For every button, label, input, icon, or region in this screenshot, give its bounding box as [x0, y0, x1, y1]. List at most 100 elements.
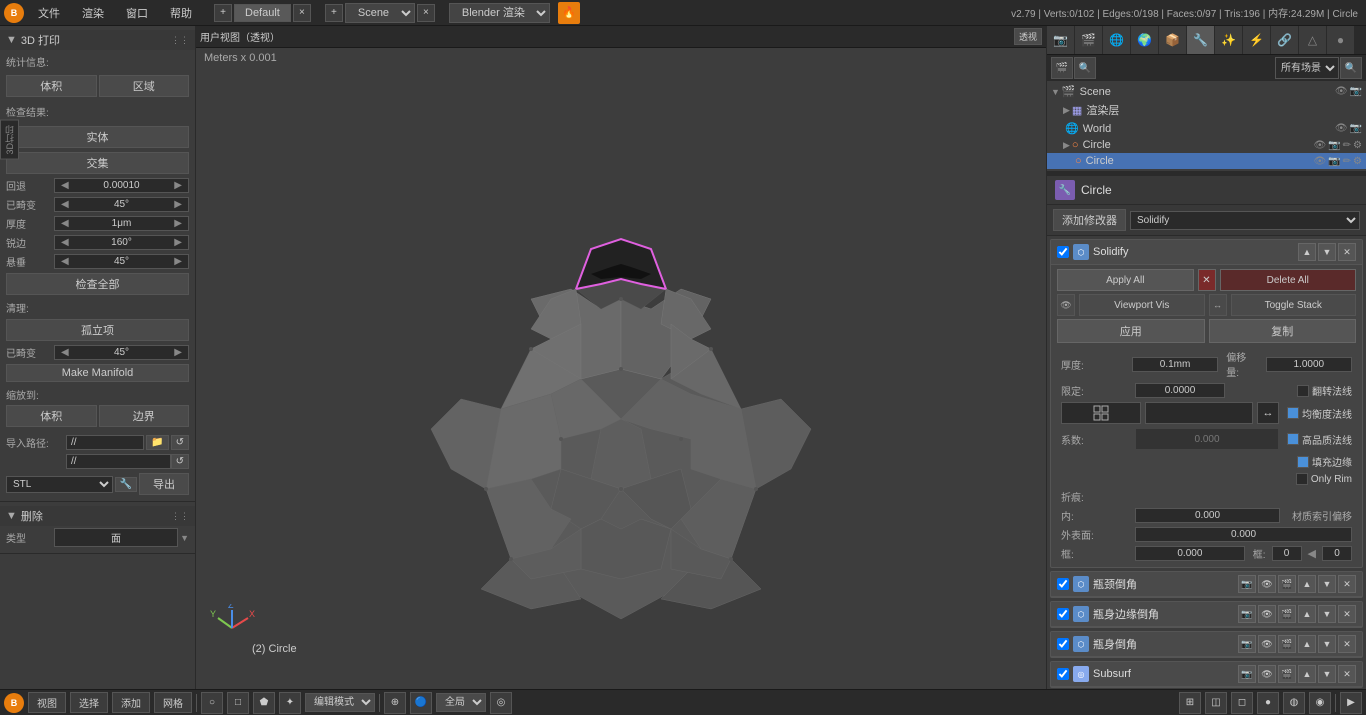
apply-all-x-icon[interactable]: ✕ [1198, 269, 1216, 291]
balance-checkbox[interactable] [1287, 407, 1299, 419]
toggle-icon[interactable]: ↔ [1209, 294, 1227, 316]
bb-camera-icon[interactable]: 📷 [1238, 635, 1256, 653]
outliner-filter-btn[interactable]: 🔍 [1340, 57, 1362, 79]
rpi-physics[interactable]: ⚡ [1243, 26, 1271, 54]
viewport-canvas[interactable]: Meters x 0.001 [196, 48, 1046, 689]
solidify-thickness-field[interactable]: 0.1mm [1132, 357, 1218, 372]
rpi-object[interactable]: 📦 [1159, 26, 1187, 54]
ss-down-icon[interactable]: ▼ [1318, 665, 1336, 683]
path2-field[interactable]: // [66, 454, 171, 469]
volume-btn[interactable]: 体积 [6, 75, 97, 97]
solidify-enabled-checkbox[interactable] [1057, 246, 1069, 258]
solidify-grid-icon[interactable] [1061, 402, 1141, 424]
only-rim-checkbox[interactable] [1296, 473, 1308, 485]
scene-close-btn[interactable]: × [417, 4, 435, 22]
ss-render-icon[interactable]: 🎬 [1278, 665, 1296, 683]
tree-item-world[interactable]: 🌐 World 👁 📷 [1047, 120, 1366, 137]
isolated-btn[interactable]: 孤立项 [6, 319, 189, 341]
solid-btn[interactable]: 实体 [6, 126, 189, 148]
bottom-pivot-icon[interactable]: ⊕ [384, 692, 406, 714]
import-reload-btn[interactable]: ↺ [171, 435, 189, 450]
tree-item-circle-selected[interactable]: ○ Circle 👁 📷 ✏ ⚙ [1047, 153, 1366, 169]
circle2-render-icon[interactable]: 📷 [1328, 156, 1340, 167]
delete-header[interactable]: ▼ 删除 ⋮⋮ [0, 506, 195, 526]
bottom-add-btn[interactable]: 添加 [112, 692, 150, 713]
bn-camera-icon[interactable]: 📷 [1238, 575, 1256, 593]
bb-render-icon[interactable]: 🎬 [1278, 635, 1296, 653]
scene-selector[interactable]: Scene [345, 3, 415, 23]
solidify-down-icon[interactable]: ▼ [1318, 243, 1336, 261]
ss-x-icon[interactable]: ✕ [1338, 665, 1356, 683]
bn-eye-icon[interactable]: 👁 [1258, 575, 1276, 593]
bn-render-icon[interactable]: 🎬 [1278, 575, 1296, 593]
solidify-up-icon[interactable]: ▲ [1298, 243, 1316, 261]
type-expand-icon[interactable]: ▼ [180, 533, 189, 543]
tree-item-circle[interactable]: ▶ ○ Circle 👁 📷 ✏ ⚙ [1047, 137, 1366, 153]
flip-normals-checkbox[interactable] [1297, 385, 1309, 397]
path2-btn[interactable]: ↺ [171, 454, 189, 469]
be-up-icon[interactable]: ▲ [1298, 605, 1316, 623]
bottom-select-btn[interactable]: 选择 [70, 692, 108, 713]
view-persp-btn[interactable]: 透视 [1014, 28, 1042, 45]
solidify-coeff-field[interactable]: 0.000 [1135, 428, 1279, 450]
fill-rim-checkbox[interactable] [1297, 456, 1309, 468]
ss-camera-icon[interactable]: 📷 [1238, 665, 1256, 683]
print-header[interactable]: ▼ 3D 打印 ⋮⋮ [0, 30, 195, 50]
bn-x-icon[interactable]: ✕ [1338, 575, 1356, 593]
high-quality-checkbox[interactable] [1287, 433, 1299, 445]
import-browse-btn[interactable]: 📁 [146, 435, 168, 450]
bottom-timeline-icon[interactable]: ▶ [1340, 692, 1362, 714]
rpi-particles[interactable]: ✨ [1215, 26, 1243, 54]
mode-icon-1[interactable]: ○ [201, 692, 223, 714]
bottle-body-checkbox[interactable] [1057, 638, 1069, 650]
make-manifold-btn[interactable]: Make Manifold [6, 364, 189, 382]
bb-x-icon[interactable]: ✕ [1338, 635, 1356, 653]
outliner-search-btn[interactable]: 🔍 [1074, 57, 1096, 79]
circle-vis-icon[interactable]: 👁 [1313, 140, 1326, 151]
bottle-neck-checkbox[interactable] [1057, 578, 1069, 590]
solidify-frame-field[interactable]: 0.000 [1135, 546, 1245, 561]
workspace-close-btn[interactable]: × [293, 4, 311, 22]
rpi-constraints[interactable]: 🔗 [1271, 26, 1299, 54]
solidify-apply-btn[interactable]: 应用 [1057, 319, 1205, 343]
rpi-world[interactable]: 🌍 [1131, 26, 1159, 54]
toggle-stack-btn[interactable]: Toggle Stack [1231, 294, 1357, 316]
circle2-vis-icon[interactable]: 👁 [1313, 156, 1326, 167]
solidify-frame3-field[interactable]: 0 [1322, 546, 1352, 561]
outliner-scope-select[interactable]: 所有场景 [1275, 57, 1339, 79]
solidify-outer-field[interactable]: 0.000 [1135, 527, 1352, 542]
mode-icon-4[interactable]: ✦ [279, 692, 301, 714]
solidify-copy-btn[interactable]: 复制 [1209, 319, 1357, 343]
solidify-x-icon[interactable]: ✕ [1338, 243, 1356, 261]
bn-down-icon[interactable]: ▼ [1318, 575, 1336, 593]
bb-up-icon[interactable]: ▲ [1298, 635, 1316, 653]
export-btn[interactable]: 导出 [139, 473, 189, 495]
solidify-offset-field[interactable]: 1.0000 [1266, 357, 1352, 372]
bottom-view-btn[interactable]: 视图 [28, 692, 66, 713]
menu-help[interactable]: 帮助 [162, 3, 200, 23]
ss-eye-icon[interactable]: 👁 [1258, 665, 1276, 683]
tree-item-scene[interactable]: ▼ 🎬 Scene 👁 📷 [1047, 83, 1366, 100]
retreat-field[interactable]: ◀ 0.00010 ▶ [54, 178, 189, 193]
rpi-render[interactable]: 🎬 [1075, 26, 1103, 54]
mode-icon-3[interactable]: ⬟ [253, 692, 275, 714]
distort2-field[interactable]: ◀ 45° ▶ [54, 345, 189, 360]
circle2-edit-icon[interactable]: ✏ [1343, 156, 1351, 167]
bottom-xray-icon[interactable]: ◫ [1205, 692, 1227, 714]
apply-all-btn[interactable]: Apply All [1057, 269, 1194, 291]
scene-vis-icon[interactable]: 👁 [1335, 86, 1348, 97]
be-render-icon[interactable]: 🎬 [1278, 605, 1296, 623]
intersect-btn[interactable]: 交集 [6, 152, 189, 174]
area-btn[interactable]: 区域 [99, 75, 190, 97]
edge2-btn[interactable]: 边界 [99, 405, 190, 427]
format-select[interactable]: STL [6, 476, 113, 493]
rpi-modifier[interactable]: 🔧 [1187, 26, 1215, 54]
viewport-vis-btn[interactable]: Viewport Vis [1079, 294, 1205, 316]
outliner-scene-btn[interactable]: 🎬 [1051, 57, 1073, 79]
delete-all-btn[interactable]: Delete All [1220, 269, 1357, 291]
tab-3d-print[interactable]: 3D打印 [0, 120, 19, 160]
world-render-icon[interactable]: 📷 [1350, 123, 1362, 134]
bottom-rendered-icon[interactable]: ◉ [1309, 692, 1331, 714]
bb-down-icon[interactable]: ▼ [1318, 635, 1336, 653]
solidify-inner-field[interactable]: 0.000 [1135, 508, 1280, 523]
